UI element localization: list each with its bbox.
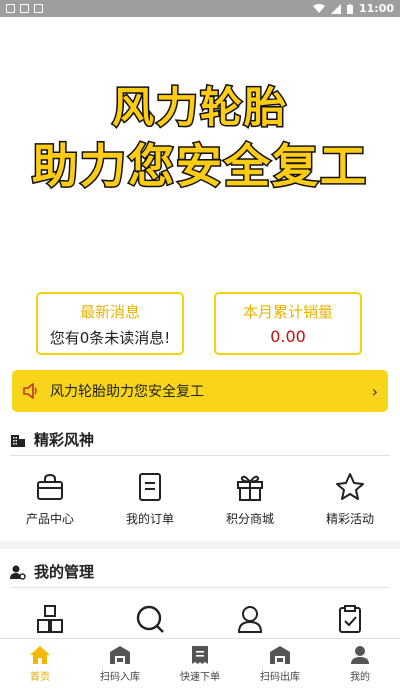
tab-quick-order[interactable]: 快速下单: [160, 639, 240, 690]
grid-item-label: 精彩活动: [325, 512, 374, 526]
manage-item-customer[interactable]: [200, 604, 300, 634]
home-icon: [30, 646, 50, 664]
chevron-right-icon: ›: [371, 381, 378, 401]
tab-label: 扫码出库: [260, 672, 300, 683]
grid-item-points-mall[interactable]: 积分商城: [200, 472, 300, 527]
notification-icon: [20, 4, 29, 13]
tab-scan-in[interactable]: 扫码入库: [80, 639, 160, 690]
latest-messages-value: 您有0条未读消息!: [49, 329, 171, 347]
monthly-sales-value: 0.00: [270, 327, 306, 346]
notification-icon: [34, 4, 43, 13]
star-icon: [336, 473, 364, 500]
speaker-icon: [23, 383, 37, 399]
monthly-sales-title: 本月累计销量: [242, 303, 333, 321]
boxes-icon: [37, 605, 63, 633]
section-featured-header: 精彩风神: [10, 424, 390, 456]
section-featured-title: 精彩风神: [34, 431, 95, 449]
grid-item-my-orders[interactable]: 我的订单: [100, 472, 200, 527]
grid-item-label: 我的订单: [125, 512, 174, 526]
tab-label: 首页: [30, 672, 50, 683]
tab-home[interactable]: 首页: [0, 639, 80, 690]
user-icon: [351, 646, 369, 664]
section-divider: [0, 541, 400, 549]
user-gear-icon: [10, 565, 26, 580]
manage-item-search[interactable]: [100, 604, 200, 634]
signal-icon: [330, 3, 341, 14]
banner-line-2: 助力您安全复工: [31, 138, 368, 195]
status-time: 11:00: [358, 2, 394, 15]
grid-item-activities[interactable]: 精彩活动: [300, 472, 400, 527]
notification-icons: [6, 4, 43, 13]
warehouse-in-icon: [110, 646, 130, 664]
manage-item-checklist[interactable]: [300, 604, 400, 634]
notice-bar[interactable]: 风力轮胎助力您安全复工 ›: [12, 370, 388, 412]
tab-scan-out[interactable]: 扫码出库: [240, 639, 320, 690]
latest-messages-title: 最新消息: [79, 303, 140, 321]
manage-item-stock[interactable]: [0, 604, 100, 634]
featured-grid: 产品中心 我的订单 积分商城 精彩活动: [0, 472, 400, 527]
manage-grid: [0, 604, 400, 634]
tab-mine[interactable]: 我的: [320, 639, 400, 690]
grid-item-label: 积分商城: [225, 512, 274, 526]
banner-line-1: 风力轮胎: [110, 82, 288, 134]
bottom-tab-bar: 首页 扫码入库 快速下单 扫码出库 我的: [0, 638, 400, 690]
document-icon: [139, 473, 161, 501]
search-icon: [136, 605, 164, 633]
tab-label: 扫码入库: [100, 672, 140, 683]
status-bar: 11:00: [0, 0, 400, 17]
grid-item-label: 产品中心: [25, 512, 74, 526]
section-manage-header: 我的管理: [10, 556, 390, 588]
basket-icon: [37, 473, 63, 500]
warehouse-out-icon: [270, 646, 290, 664]
notification-icon: [6, 4, 15, 13]
tab-label: 快速下单: [180, 672, 220, 683]
tab-label: 我的: [350, 672, 370, 683]
clipboard-check-icon: [339, 605, 361, 633]
promo-banner[interactable]: 风力轮胎 助力您安全复工: [0, 17, 400, 285]
wifi-icon: [312, 3, 325, 13]
person-icon: [237, 606, 263, 633]
notice-text: 风力轮胎助力您安全复工: [50, 384, 204, 400]
gift-icon: [237, 475, 263, 501]
monthly-sales-card[interactable]: 本月累计销量 0.00: [214, 292, 362, 355]
grid-item-product-center[interactable]: 产品中心: [0, 472, 100, 527]
battery-icon: [346, 3, 353, 14]
building-icon: [11, 434, 25, 447]
receipt-icon: [192, 646, 208, 664]
section-manage-title: 我的管理: [34, 563, 95, 581]
latest-messages-card[interactable]: 最新消息 您有0条未读消息!: [36, 292, 184, 355]
